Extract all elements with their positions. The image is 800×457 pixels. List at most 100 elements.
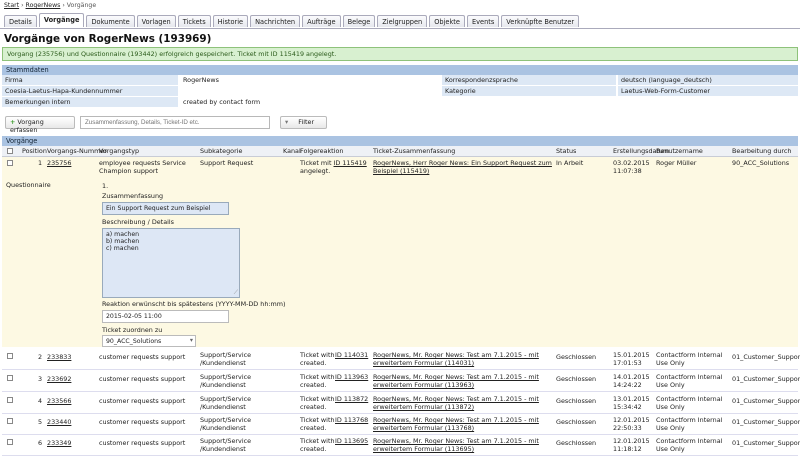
row-subkategorie: Support/Service [200, 373, 252, 381]
col-folgereaktion[interactable]: Folgereaktion [300, 147, 343, 155]
row-ticket-link[interactable]: RogerNews, Mr. Roger News: Test am 7.1.2… [373, 395, 539, 403]
tab-tickets[interactable]: Tickets [177, 15, 211, 27]
row-nummer-link[interactable]: 233566 [47, 397, 71, 405]
beschreibung-textarea[interactable]: a) machen b) machen c) machen ⟋ [102, 228, 240, 298]
filter-button[interactable]: ▾ Filter [280, 116, 327, 129]
row-ticket-link[interactable]: erweitertem Formular (113872) [373, 403, 474, 411]
table-row[interactable]: 4 233566 customer requests support Support/… [2, 393, 800, 414]
zusammenfassung-field[interactable]: Ein Support Request zum Beispiel [102, 202, 229, 215]
row-nummer-link[interactable]: 233349 [47, 439, 71, 447]
tab-zielgruppen[interactable]: Zielgruppen [377, 15, 428, 27]
row-ticket-link[interactable]: RogerNews, Mr. Roger News: Test am 7.1.2… [373, 416, 539, 424]
row-folge-ticket-link[interactable]: ID 114031 [335, 351, 368, 359]
row-nummer-link[interactable]: 233692 [47, 375, 71, 383]
tab-objekte[interactable]: Objekte [429, 15, 465, 27]
col-typ[interactable]: Vorgangstyp [99, 147, 139, 155]
kundennummer-value [180, 86, 440, 96]
row-subkategorie: Support/Service [200, 416, 252, 424]
row-subkategorie: Support/Service [200, 395, 252, 403]
row-ticket-link[interactable]: erweitertem Formular (114031) [373, 359, 474, 367]
row-bearbeitung: 90_ACC_Solutions [732, 159, 790, 167]
row-nummer-link[interactable]: 233833 [47, 353, 71, 361]
table-row[interactable]: 3 233692 customer requests support Support/… [2, 371, 800, 392]
row-status: Geschlossen [556, 375, 597, 383]
tab-vorlagen[interactable]: Vorlagen [136, 15, 176, 27]
table-row[interactable]: 2 233833 customer requests support Support/… [2, 349, 800, 370]
row-checkbox[interactable] [7, 439, 13, 445]
row-typ: customer requests support [99, 375, 186, 383]
ticket-zuordnen-label: Ticket zuordnen zu [102, 326, 163, 334]
row-checkbox[interactable] [7, 418, 13, 424]
row-ticket-link[interactable]: erweitertem Formular (113963) [373, 381, 474, 389]
row-ticket-link[interactable]: RogerNews, Herr Roger News: Ein Support … [373, 159, 552, 167]
tab-details[interactable]: Details [4, 15, 37, 27]
breadcrumb-rogernews[interactable]: RogerNews [26, 2, 61, 9]
tab-belege[interactable]: Belege [342, 15, 376, 27]
vorgang-erfassen-button[interactable]: + Vorgang erfassen [5, 116, 75, 134]
row-folge-ticket-link[interactable]: ID 113963 [335, 373, 368, 381]
row-position: 5 [38, 418, 43, 426]
tab-events[interactable]: Events [466, 15, 500, 27]
row-folge-text: Ticket with [300, 395, 335, 403]
table-row[interactable]: 1 235756 employee requests Service Champ… [2, 157, 798, 179]
row-datum: 03.02.2015 [613, 159, 650, 167]
kundennummer-label: Coesia-Laetus-Hapa-Kundennummer [2, 86, 178, 96]
row-ticket-link[interactable]: Beispiel (115419) [373, 167, 429, 175]
row-status: Geschlossen [556, 418, 597, 426]
breadcrumb-current: Vorgänge [66, 2, 97, 9]
firma-value: RogerNews [183, 76, 219, 84]
row-folge-text: Ticket mit [300, 159, 332, 167]
breadcrumb: Start › RogerNews › Vorgänge [4, 2, 97, 9]
beschreibung-line: b) machen [106, 238, 140, 245]
table-row[interactable]: 6 233349 customer requests support Support/… [2, 435, 800, 456]
col-status[interactable]: Status [556, 147, 576, 155]
col-ticket[interactable]: Ticket-Zusammenfassung [373, 147, 455, 155]
row-benutzer: Contactform Internal [656, 373, 723, 381]
zusammenfassung-label: Zusammenfassung [102, 192, 164, 200]
row-folge-ticket-link[interactable]: ID 113872 [335, 395, 368, 403]
row-benutzer: Use Only [656, 359, 685, 367]
row-bearbeitung: 01_Customer_Support [732, 418, 800, 426]
tab-vorgaenge[interactable]: Vorgänge [38, 13, 85, 27]
col-kanal[interactable]: Kanal [283, 147, 301, 155]
reaktion-label: Reaktion erwünscht bis spätestens (YYYY-… [102, 300, 286, 308]
col-bearbeitung[interactable]: Bearbeitung durch [732, 147, 791, 155]
tab-historie[interactable]: Historie [212, 15, 249, 27]
row-folge-ticket-link[interactable]: ID 113768 [335, 416, 368, 424]
col-position[interactable]: Position [22, 147, 47, 155]
row-nummer-link[interactable]: 235756 [47, 159, 71, 167]
row-folge-ticket-link[interactable]: ID 115419 [334, 159, 367, 167]
row-ticket-link[interactable]: RogerNews, Mr. Roger News: Test am 7.1.2… [373, 351, 539, 359]
tab-verknuepfte-benutzer[interactable]: Verknüpfte Benutzer [501, 15, 580, 27]
row-subkategorie: /Kundendienst [200, 403, 246, 411]
row-bearbeitung: 01_Customer_Support [732, 353, 800, 361]
ticket-zuordnen-select[interactable]: 90_ACC_Solutions ▾ [102, 335, 196, 347]
row-ticket-link[interactable]: erweitertem Formular (113695) [373, 445, 474, 453]
col-benutzer[interactable]: Benutzername [656, 147, 703, 155]
search-input[interactable] [80, 116, 270, 129]
row-folge-ticket-link[interactable]: ID 113695 [335, 437, 368, 445]
row-checkbox[interactable] [7, 160, 13, 166]
resize-handle-icon[interactable]: ⟋ [234, 289, 238, 297]
row-ticket-link[interactable]: RogerNews, Mr. Roger News: Test am 7.1.2… [373, 373, 539, 381]
row-nummer-link[interactable]: 233440 [47, 418, 71, 426]
col-nummer[interactable]: Vorgangs-Nummer [47, 147, 107, 155]
reaktion-field[interactable]: 2015-02-05 11:00 [102, 310, 229, 323]
row-typ: Champion support [99, 167, 159, 175]
row-checkbox[interactable] [7, 375, 13, 381]
row-checkbox[interactable] [7, 353, 13, 359]
row-checkbox[interactable] [7, 397, 13, 403]
tab-auftraege[interactable]: Aufträge [302, 15, 341, 27]
row-typ: customer requests support [99, 397, 186, 405]
table-row[interactable]: 5 233440 customer requests support Support/… [2, 414, 800, 435]
row-datum: 15.01.2015 [613, 351, 650, 359]
row-benutzer: Contactform Internal [656, 437, 723, 445]
col-subkategorie[interactable]: Subkategorie [200, 147, 242, 155]
breadcrumb-start[interactable]: Start [4, 2, 19, 9]
select-all-checkbox[interactable] [7, 148, 13, 154]
row-ticket-link[interactable]: RogerNews, Mr. Roger News: Test am 7.1.2… [373, 437, 539, 445]
row-zeit: 15:34:42 [613, 403, 642, 411]
row-ticket-link[interactable]: erweitertem Formular (113768) [373, 424, 474, 432]
tab-dokumente[interactable]: Dokumente [86, 15, 135, 27]
tab-nachrichten[interactable]: Nachrichten [250, 15, 301, 27]
